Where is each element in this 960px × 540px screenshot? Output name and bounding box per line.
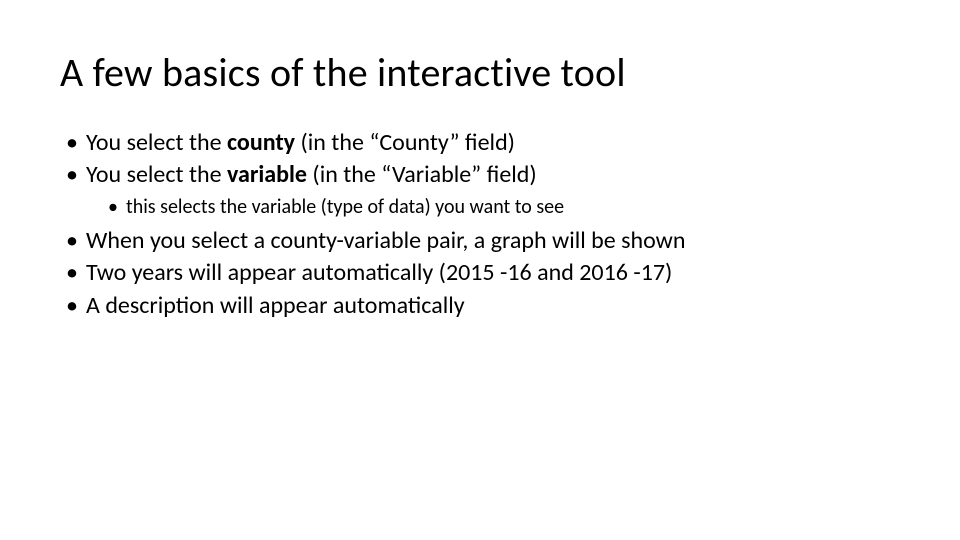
- slide-title: A few basics of the interactive tool: [60, 48, 900, 97]
- bullet-item-2: You select the variable (in the “Variabl…: [86, 159, 900, 220]
- text-bold: variable: [227, 160, 307, 189]
- sub-bullet-list: this selects the variable (type of data)…: [86, 194, 900, 221]
- text-fragment: (in the “County” field): [295, 128, 515, 157]
- bullet-item-3: When you select a county-variable pair, …: [86, 225, 900, 257]
- text-fragment: You select the: [86, 160, 227, 189]
- text-fragment: You select the: [86, 128, 227, 157]
- bullet-item-5: A description will appear automatically: [86, 290, 900, 322]
- text-bold: county: [227, 128, 295, 157]
- bullet-list: You select the county (in the “County” f…: [60, 127, 900, 322]
- text-fragment: (in the “Variable” field): [307, 160, 537, 189]
- bullet-item-4: Two years will appear automatically (201…: [86, 257, 900, 289]
- sub-bullet-item-1: this selects the variable (type of data)…: [126, 194, 900, 221]
- slide: A few basics of the interactive tool You…: [0, 0, 960, 322]
- bullet-item-1: You select the county (in the “County” f…: [86, 127, 900, 159]
